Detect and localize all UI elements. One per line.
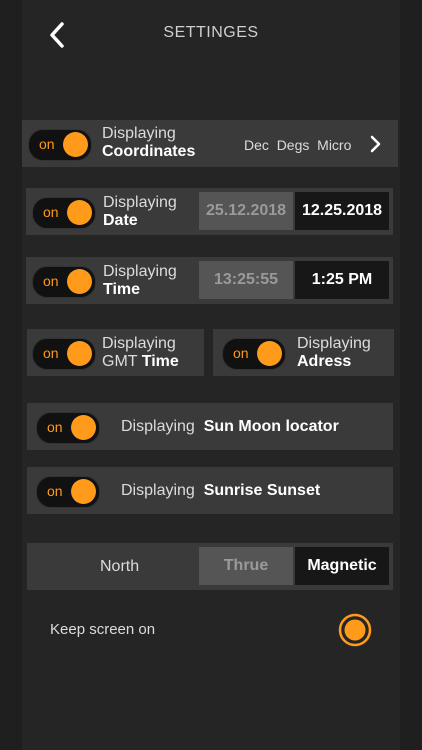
coordinates-label: Displaying Coordinates [102, 125, 195, 161]
date-label: Displaying Date [103, 194, 177, 230]
sun-moon-label: Displaying Sun Moon locator [121, 418, 339, 436]
coordinate-formats[interactable]: Dec Degs Micro [244, 137, 351, 153]
date-format-option-b[interactable]: 12.25.2018 [295, 192, 389, 230]
time-label-prefix: Displaying [103, 263, 177, 280]
date-toggle[interactable]: on [32, 197, 96, 229]
toggle-on-label: on [43, 273, 59, 289]
sunrise-sunset-row: on Displaying Sunrise Sunset [27, 467, 393, 514]
date-format-option-a[interactable]: 25.12.2018 [199, 192, 293, 230]
sun-moon-row: on Displaying Sun Moon locator [27, 403, 393, 450]
sun-moon-toggle[interactable]: on [36, 412, 100, 444]
address-label-prefix: Displaying [297, 335, 371, 352]
toggle-knob [257, 341, 282, 366]
toggle-knob [71, 415, 96, 440]
north-label: North [100, 558, 140, 575]
time-toggle[interactable]: on [32, 266, 96, 298]
gmt-time-toggle[interactable]: on [32, 338, 96, 370]
date-label-name: Date [103, 212, 138, 229]
format-degs[interactable]: Degs [277, 137, 310, 153]
time-label: Displaying Time [103, 263, 177, 299]
radio-checked-icon [338, 613, 372, 647]
north-option-true[interactable]: Thrue [199, 547, 293, 585]
north-row: North Thrue Magnetic [27, 543, 393, 590]
sunrise-sunset-toggle[interactable]: on [36, 476, 100, 508]
settings-screen: SETTINGES on Displaying Coordinates Dec … [22, 0, 400, 750]
toggle-knob [67, 269, 92, 294]
chevron-right-icon[interactable] [368, 134, 382, 159]
coordinates-toggle[interactable]: on [28, 129, 92, 161]
time-label-name: Time [103, 281, 141, 298]
time-format-option-a[interactable]: 13:25:55 [199, 261, 293, 299]
toggle-knob [63, 132, 88, 157]
page-title: SETTINGES [163, 24, 259, 41]
address-row: on Displaying Adress [213, 329, 394, 376]
gmt-time-label: Displaying GMT Time [102, 335, 179, 371]
sunrise-sunset-label: Displaying Sunrise Sunset [121, 482, 320, 500]
time-row: on Displaying Time 13:25:55 1:25 PM [26, 257, 393, 304]
time-format-option-b[interactable]: 1:25 PM [295, 261, 389, 299]
toggle-on-label: on [47, 419, 63, 435]
coordinates-row[interactable]: on Displaying Coordinates Dec Degs Micro [22, 120, 398, 167]
coordinates-label-name: Coordinates [102, 143, 196, 160]
date-label-prefix: Displaying [103, 194, 177, 211]
toggle-knob [67, 200, 92, 225]
date-row: on Displaying Date 25.12.2018 12.25.2018 [26, 188, 393, 235]
keep-screen-on-label: Keep screen on [50, 621, 156, 638]
north-option-magnetic[interactable]: Magnetic [295, 547, 389, 585]
address-toggle[interactable]: on [222, 338, 286, 370]
gmt-label-prefix: Displaying [102, 335, 176, 352]
coordinates-label-prefix: Displaying [102, 125, 176, 142]
gmt-time-row: on Displaying GMT Time [27, 329, 204, 376]
address-label: Displaying Adress [297, 335, 371, 371]
sunrise-sunset-label-name: Sunrise Sunset [203, 482, 321, 499]
toggle-on-label: on [43, 345, 59, 361]
sunrise-sunset-label-prefix: Displaying [121, 482, 195, 499]
gmt-label-gmt: GMT [102, 353, 138, 370]
toggle-on-label: on [233, 345, 249, 361]
gmt-label-name: Time [141, 353, 179, 370]
toggle-on-label: on [47, 483, 63, 499]
format-micro[interactable]: Micro [317, 137, 351, 153]
toggle-knob [67, 341, 92, 366]
keep-screen-on-radio[interactable] [338, 613, 372, 647]
format-dec[interactable]: Dec [244, 137, 269, 153]
sun-moon-label-name: Sun Moon locator [203, 418, 339, 435]
address-label-name: Adress [297, 353, 352, 370]
toggle-on-label: on [39, 136, 55, 152]
toggle-on-label: on [43, 204, 59, 220]
toggle-knob [71, 479, 96, 504]
sun-moon-label-prefix: Displaying [121, 418, 195, 435]
